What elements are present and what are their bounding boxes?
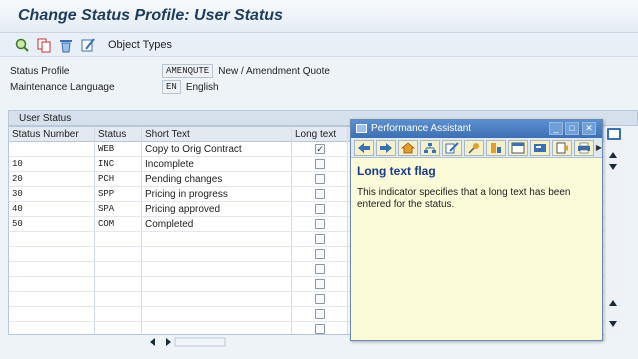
- long-text-checkbox[interactable]: [315, 234, 325, 244]
- status-number-cell[interactable]: 10: [9, 159, 23, 169]
- edit-icon[interactable]: [441, 139, 462, 156]
- print-icon[interactable]: [573, 139, 594, 156]
- long-text-checkbox[interactable]: [315, 324, 325, 334]
- language-label: Maintenance Language: [10, 81, 115, 93]
- page-title: Change Status Profile: User Status: [18, 7, 283, 24]
- status-cell[interactable]: COM: [95, 219, 114, 229]
- application-toolbar: Object Types: [0, 33, 638, 57]
- table-vertical-scrollbar[interactable]: [604, 126, 622, 335]
- short-text-cell[interactable]: Pricing approved: [142, 204, 220, 215]
- copy-icon[interactable]: [36, 37, 52, 53]
- title-bar: Change Status Profile: User Status: [0, 0, 638, 33]
- edit-icon[interactable]: [80, 37, 96, 53]
- status-number-cell[interactable]: 50: [9, 219, 23, 229]
- long-text-checkbox[interactable]: [315, 264, 325, 274]
- column-header-status-number[interactable]: Status Number: [9, 129, 79, 140]
- minimize-icon[interactable]: _: [549, 122, 563, 135]
- status-number-cell[interactable]: 30: [9, 189, 23, 199]
- long-text-checkbox[interactable]: [315, 189, 325, 199]
- long-text-checkbox[interactable]: [315, 279, 325, 289]
- performance-assistant-titlebar[interactable]: Performance Assistant _ □ ✕: [351, 120, 602, 138]
- short-text-cell[interactable]: Completed: [142, 219, 193, 230]
- status-cell[interactable]: INC: [95, 159, 114, 169]
- short-text-cell[interactable]: Pending changes: [142, 174, 222, 185]
- technical-info-icon[interactable]: [485, 139, 506, 156]
- long-text-checkbox[interactable]: ✓: [315, 144, 325, 154]
- window-icon: [356, 124, 367, 133]
- help-heading: Long text flag: [357, 164, 436, 178]
- help-text: This indicator specifies that a long tex…: [357, 187, 571, 210]
- status-number-cell[interactable]: 20: [9, 174, 23, 184]
- forward-icon[interactable]: [375, 139, 396, 156]
- status-cell[interactable]: WEB: [95, 144, 114, 154]
- pin-icon[interactable]: [463, 139, 484, 156]
- long-text-checkbox[interactable]: [315, 249, 325, 259]
- long-text-checkbox[interactable]: [315, 204, 325, 214]
- long-text-checkbox[interactable]: [315, 159, 325, 169]
- status-cell[interactable]: SPP: [95, 189, 114, 199]
- short-text-cell[interactable]: Pricing in progress: [142, 189, 228, 200]
- long-text-checkbox[interactable]: [315, 294, 325, 304]
- more-icon[interactable]: ▶: [596, 143, 602, 152]
- back-icon[interactable]: [354, 139, 374, 156]
- language-row: Maintenance Language EN English: [10, 80, 219, 94]
- performance-assistant-window: Performance Assistant _ □ ✕ ▶ Long text …: [350, 119, 603, 341]
- performance-assistant-title: Performance Assistant: [371, 123, 472, 134]
- delete-icon[interactable]: [58, 37, 74, 53]
- status-cell[interactable]: PCH: [95, 174, 114, 184]
- maximize-icon[interactable]: □: [565, 122, 579, 135]
- language-description: English: [185, 81, 219, 93]
- window-icon[interactable]: [507, 139, 528, 156]
- status-number-cell[interactable]: 40: [9, 204, 23, 214]
- home-icon[interactable]: [397, 139, 418, 156]
- close-icon[interactable]: ✕: [582, 122, 596, 135]
- status-profile-field[interactable]: AMENQUTE: [162, 64, 214, 78]
- bookmark-icon[interactable]: [529, 139, 550, 156]
- short-text-cell[interactable]: Copy to Orig Contract: [142, 144, 242, 155]
- status-cell[interactable]: SPA: [95, 204, 114, 214]
- long-text-checkbox[interactable]: [315, 309, 325, 319]
- hierarchy-icon[interactable]: [419, 139, 440, 156]
- status-profile-row: Status Profile AMENQUTE New / Amendment …: [10, 64, 330, 78]
- language-field[interactable]: EN: [162, 80, 181, 94]
- long-text-checkbox[interactable]: [315, 219, 325, 229]
- table-horizontal-scrollbar[interactable]: [140, 336, 340, 348]
- long-text-checkbox[interactable]: [315, 174, 325, 184]
- performance-assistant-toolbar: ▶: [351, 138, 602, 158]
- user-status-group-title: User Status: [19, 113, 72, 124]
- column-header-short-text[interactable]: Short Text: [142, 129, 190, 140]
- short-text-cell[interactable]: Incomplete: [142, 159, 194, 170]
- column-header-long-text[interactable]: Long text: [292, 129, 336, 140]
- object-types-button[interactable]: Object Types: [108, 39, 172, 51]
- column-header-status[interactable]: Status: [95, 129, 126, 140]
- export-icon[interactable]: [551, 139, 572, 156]
- status-profile-description: New / Amendment Quote: [218, 65, 330, 77]
- choose-icon[interactable]: [14, 37, 30, 53]
- status-profile-label: Status Profile: [10, 65, 70, 77]
